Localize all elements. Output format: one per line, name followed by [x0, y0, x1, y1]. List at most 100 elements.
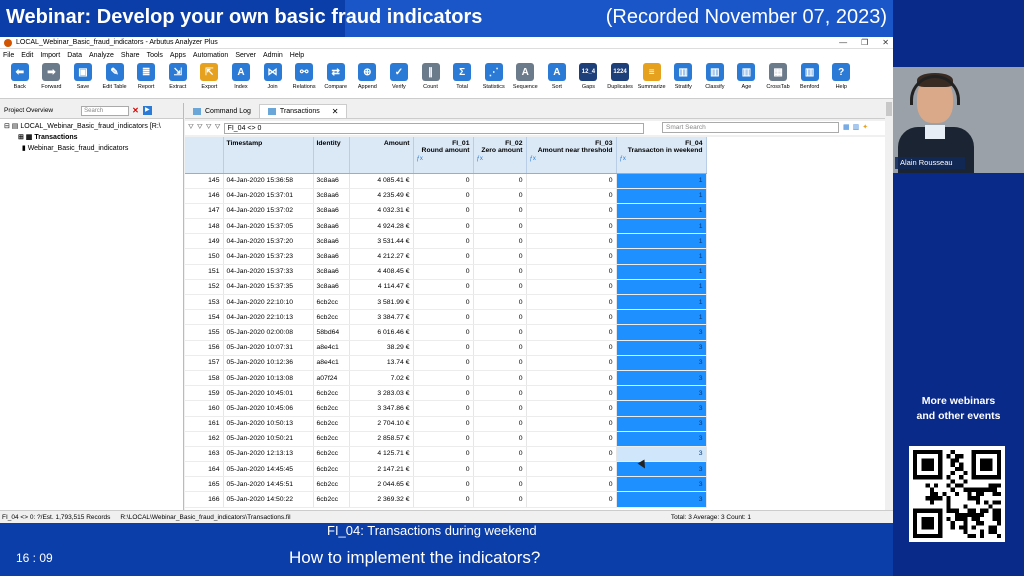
table-cell[interactable]: 4 125.71 €	[349, 446, 414, 463]
filter-history-icon[interactable]: ⛛	[206, 124, 212, 132]
table-cell[interactable]: 6cb2cc	[313, 294, 350, 311]
table-cell[interactable]: 0	[526, 476, 617, 493]
table-cell[interactable]: 3	[616, 491, 707, 508]
table-cell[interactable]: 0	[473, 370, 527, 387]
table-cell[interactable]: 0	[526, 233, 617, 250]
row-number[interactable]: 151	[185, 264, 224, 280]
table-cell[interactable]: 0	[526, 491, 617, 508]
table-cell[interactable]: 0	[473, 173, 527, 189]
table-cell[interactable]: 3	[616, 461, 707, 478]
table-cell[interactable]: 0	[526, 218, 617, 235]
table-cell[interactable]: 58bd64	[313, 324, 350, 341]
table-cell[interactable]: a8e4c1	[313, 355, 350, 371]
table-cell[interactable]: 2 704.10 €	[349, 416, 414, 432]
table-cell[interactable]: a07f24	[313, 370, 350, 387]
table-cell[interactable]: 3 347.86 €	[349, 400, 414, 417]
table-row[interactable]: 164 05-Jan-2020 14:45:45 6cb2cc 2 147.21 €0…	[185, 461, 707, 478]
table-cell[interactable]: 3c8aa6	[313, 233, 350, 250]
scrollbar-thumb[interactable]	[886, 102, 892, 116]
row-number[interactable]: 153	[185, 294, 224, 311]
table-cell[interactable]: 3	[616, 476, 707, 493]
relations-button[interactable]: ⚯ Relations	[288, 63, 320, 90]
table-cell[interactable]: 0	[526, 431, 617, 447]
table-cell[interactable]: 3	[616, 355, 707, 371]
table-cell[interactable]: 3c8aa6	[313, 173, 350, 189]
table-cell[interactable]: 1	[616, 279, 707, 296]
chart-view-icon[interactable]: ▥	[853, 123, 860, 131]
table-cell[interactable]: 6cb2cc	[313, 446, 350, 463]
tab-command-log[interactable]: Command Log	[185, 104, 259, 118]
table-cell[interactable]: 0	[413, 400, 474, 417]
compare-button[interactable]: ⇄ Compare	[320, 63, 352, 90]
table-cell[interactable]: 3	[616, 324, 707, 341]
table-cell[interactable]: 0	[473, 188, 527, 204]
table-cell[interactable]: 3c8aa6	[313, 203, 350, 220]
save-button[interactable]: ▣ Save	[67, 63, 99, 90]
smart-search-input[interactable]: Smart Search	[662, 122, 839, 133]
qr-code[interactable]	[909, 446, 1005, 542]
report-button[interactable]: ≣ Report	[130, 63, 162, 90]
table-cell[interactable]: 0	[413, 416, 474, 432]
table-cell[interactable]: 6cb2cc	[313, 461, 350, 478]
table-cell[interactable]: 0	[413, 233, 474, 250]
table-cell[interactable]: 0	[413, 461, 474, 478]
table-cell[interactable]: 0	[473, 355, 527, 371]
table-cell[interactable]: 0	[473, 294, 527, 311]
table-cell[interactable]: 2 147.21 €	[349, 461, 414, 478]
export-button[interactable]: ⇱ Export	[194, 63, 226, 90]
table-cell[interactable]: 1	[616, 188, 707, 204]
table-cell[interactable]: 4 408.45 €	[349, 264, 414, 280]
menu-server[interactable]: Server	[235, 52, 256, 59]
table-cell[interactable]: 0	[413, 248, 474, 265]
table-cell[interactable]: 3	[616, 416, 707, 432]
table-row[interactable]: 157 05-Jan-2020 10:12:36 a8e4c1 13.74 €0 0 0 3	[185, 355, 707, 371]
table-cell[interactable]: 0	[413, 476, 474, 493]
column-header[interactable]: FI_01 Round amount ƒx	[413, 137, 474, 174]
filter-clear-icon[interactable]: ⛛	[197, 124, 203, 132]
table-cell[interactable]: 3	[616, 400, 707, 417]
table-cell[interactable]: 0	[413, 431, 474, 447]
append-button[interactable]: ⊕ Append	[352, 63, 384, 90]
table-cell[interactable]: 0	[413, 340, 474, 356]
table-row[interactable]: 149 04-Jan-2020 15:37:20 3c8aa6 3 531.44 €0…	[185, 233, 707, 250]
table-cell[interactable]: 0	[473, 431, 527, 447]
table-cell[interactable]: 05-Jan-2020 10:13:08	[223, 370, 314, 387]
index-button[interactable]: A Index	[225, 63, 257, 90]
sequence-button[interactable]: A Sequence	[510, 63, 542, 90]
table-row[interactable]: 153 04-Jan-2020 22:10:10 6cb2cc 3 581.99 €0…	[185, 294, 707, 311]
table-cell[interactable]: 7.02 €	[349, 370, 414, 387]
table-cell[interactable]: 2 858.57 €	[349, 431, 414, 447]
table-cell[interactable]: 4 212.27 €	[349, 248, 414, 265]
close-button[interactable]: ✕	[882, 38, 889, 47]
table-cell[interactable]: 13.74 €	[349, 355, 414, 371]
close-tab-icon[interactable]: ✕	[332, 107, 339, 116]
table-cell[interactable]: a8e4c1	[313, 340, 350, 356]
table-cell[interactable]: 05-Jan-2020 10:45:06	[223, 400, 314, 417]
table-cell[interactable]: 6cb2cc	[313, 476, 350, 493]
back-button[interactable]: ⬅ Back	[4, 63, 36, 90]
benford-button[interactable]: ▥ Benford	[794, 63, 826, 90]
crosstab-button[interactable]: ▦ CrossTab	[762, 63, 794, 90]
table-cell[interactable]: 0	[413, 218, 474, 235]
summarize-button[interactable]: ≡ Summarize	[636, 63, 668, 90]
table-cell[interactable]: 0	[413, 355, 474, 371]
row-number[interactable]: 166	[185, 491, 224, 508]
table-cell[interactable]: 04-Jan-2020 15:37:05	[223, 218, 314, 235]
table-cell[interactable]: 3	[616, 446, 707, 463]
table-cell[interactable]: 38.29 €	[349, 340, 414, 356]
table-cell[interactable]: 04-Jan-2020 15:37:01	[223, 188, 314, 204]
menu-file[interactable]: File	[3, 52, 14, 59]
table-cell[interactable]: 0	[526, 188, 617, 204]
table-cell[interactable]: 3c8aa6	[313, 218, 350, 235]
clear-search-icon[interactable]: ✕	[132, 106, 139, 115]
table-cell[interactable]: 4 235.49 €	[349, 188, 414, 204]
table-cell[interactable]: 0	[413, 446, 474, 463]
table-cell[interactable]: 0	[413, 324, 474, 341]
table-cell[interactable]: 6cb2cc	[313, 416, 350, 432]
menu-data[interactable]: Data	[67, 52, 82, 59]
menu-share[interactable]: Share	[121, 52, 140, 59]
table-cell[interactable]: 05-Jan-2020 10:12:36	[223, 355, 314, 371]
table-cell[interactable]: 0	[413, 385, 474, 402]
menu-automation[interactable]: Automation	[193, 52, 228, 59]
table-cell[interactable]: 0	[526, 324, 617, 341]
